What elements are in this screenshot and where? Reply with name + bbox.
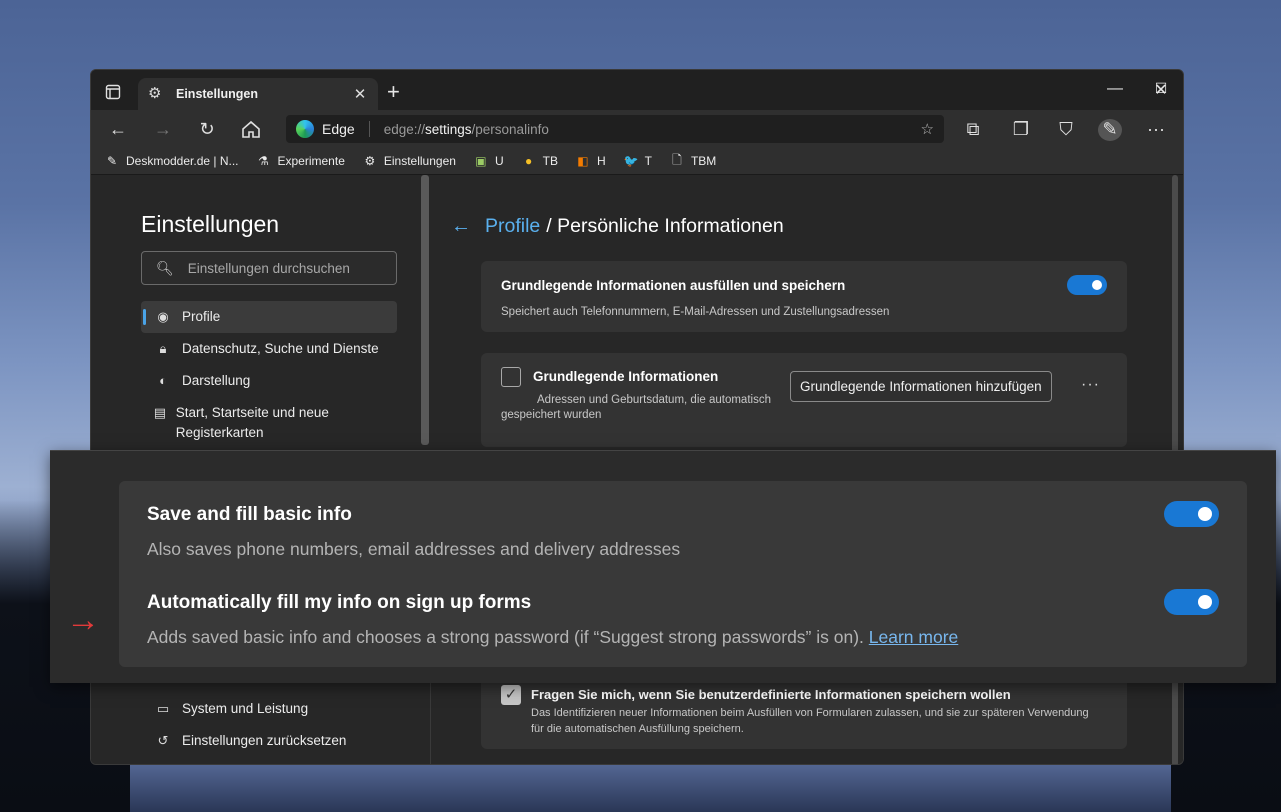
auto-fill-signup-title: Automatically fill my info on sign up fo…	[147, 592, 532, 613]
reset-icon: ↺	[157, 733, 169, 748]
sidebar-item-privacy[interactable]: 🔒︎ Datenschutz, Suche und Dienste	[141, 339, 397, 359]
collections-icon[interactable]: ❐	[1009, 119, 1033, 141]
sidebar-item-profile[interactable]: ◉ Profile	[141, 301, 397, 333]
gear-icon: ⚙	[148, 85, 162, 102]
tab-actions-icon[interactable]	[105, 84, 121, 100]
section-description: Adressen und Geburtsdatum, die automatis…	[501, 394, 771, 421]
section-title: Grundlegende Informationen	[533, 369, 719, 384]
breadcrumb-profile-link[interactable]: Profile	[485, 215, 540, 238]
close-tab-icon[interactable]: ✕	[352, 85, 368, 103]
home-icon[interactable]	[239, 118, 263, 140]
tab-title: Einstellungen	[176, 87, 258, 101]
pen-icon: ✎	[106, 154, 118, 168]
orange-app-icon: ◧	[577, 154, 589, 168]
address-separator	[368, 121, 370, 137]
tab-settings[interactable]: ⚙ Einstellungen ✕	[138, 78, 378, 110]
title-bar: ⚙ Einstellungen ✕ + — ☐ ✕	[91, 70, 1183, 110]
overlay-settings-card: Save and fill basic info Also saves phon…	[119, 481, 1247, 667]
auto-fill-signup-description: Adds saved basic info and chooses a stro…	[147, 627, 959, 647]
extensions-icon[interactable]: ⧉	[961, 119, 985, 141]
sidebar-title: Einstellungen	[141, 211, 280, 237]
sidebar-item-reset[interactable]: ↺ Einstellungen zurücksetzen	[141, 731, 397, 751]
bookmark-einstellungen[interactable]: ⚙ Einstellungen	[363, 154, 455, 168]
minimize-icon[interactable]: —	[1105, 80, 1125, 98]
learn-more-link[interactable]: Learn more	[869, 627, 959, 647]
palette-icon: ◐	[159, 373, 167, 388]
sidebar-item-system[interactable]: ▭ System und Leistung	[141, 699, 397, 719]
emoji-icon: ●	[524, 154, 533, 168]
settings-search-input[interactable]: 🔍︎ Einstellungen durchsuchen	[141, 251, 397, 285]
setting-title: Grundlegende Informationen ausfüllen und…	[501, 278, 846, 293]
basic-info-list-card: Grundlegende Informationen Adressen und …	[481, 353, 1127, 447]
add-favorite-icon[interactable]: ☆	[921, 120, 934, 138]
site-name: Edge	[322, 121, 355, 137]
setting-description: Das Identifizieren neuer Informationen b…	[531, 707, 1089, 735]
bookmark-deskmodder[interactable]: ✎ Deskmodder.de | N...	[105, 154, 239, 168]
breadcrumb: ← Profile / Persönliche Informationen	[451, 215, 784, 238]
red-arrow-icon: →	[66, 601, 100, 639]
document-icon: 🗋	[672, 152, 682, 167]
basic-info-toggle[interactable]	[1067, 275, 1107, 295]
bookmark-u[interactable]: ▣ U	[474, 154, 503, 168]
page-title: / Persönliche Informationen	[546, 215, 784, 237]
sidebar-item-appearance[interactable]: ◐ Darstellung	[141, 371, 397, 391]
bookmark-t[interactable]: 🐦 T	[624, 154, 652, 168]
app-icon: ▣	[475, 154, 487, 168]
twitter-icon: 🐦	[623, 154, 639, 168]
basic-info-setting-card: Grundlegende Informationen ausfüllen und…	[481, 261, 1127, 332]
bookmarks-bar: ✎ Deskmodder.de | N... ⚗ Experimente ⚙ Eins…	[91, 148, 1183, 175]
basic-info-checkbox[interactable]	[501, 367, 521, 387]
back-icon[interactable]: ←	[106, 119, 130, 141]
lock-icon: 🔒︎	[159, 341, 167, 356]
url-text: edge://settings/personalinfo	[383, 121, 549, 137]
address-bar[interactable]: Edge edge://settings/personalinfo ☆	[286, 115, 944, 143]
add-basic-info-button[interactable]: Grundlegende Informationen hinzufügen	[790, 371, 1052, 402]
ask-save-checkbox[interactable]: ✓	[501, 685, 521, 705]
back-arrow-icon[interactable]: ←	[451, 215, 471, 238]
edge-logo-icon	[296, 120, 314, 138]
laptop-icon: ▭	[156, 701, 170, 716]
search-icon: 🔍︎	[156, 259, 174, 276]
profile-avatar-icon[interactable]: ✎	[1098, 119, 1122, 141]
auto-fill-signup-toggle[interactable]	[1164, 589, 1219, 615]
bookmark-tb[interactable]: ● TB	[522, 154, 558, 168]
tabs-icon: ▤	[153, 405, 167, 420]
save-fill-description: Also saves phone numbers, email addresse…	[147, 539, 681, 559]
sidebar-item-start[interactable]: ▤ Start, Startseite und neue Registerkar…	[141, 403, 351, 443]
toolbar: ← → ↻ Edge edge://settings/personalinfo …	[91, 110, 1183, 148]
flask-icon: ⚗	[258, 154, 269, 168]
bookmark-h[interactable]: ◧ H	[576, 154, 605, 168]
browser-essentials-icon[interactable]: ⛉	[1054, 119, 1078, 141]
bookmark-experimente[interactable]: ⚗ Experimente	[257, 154, 345, 168]
gear-icon: ⚙	[364, 154, 376, 168]
search-placeholder: Einstellungen durchsuchen	[187, 260, 350, 276]
ask-save-custom-info-card: ✓ Fragen Sie mich, wenn Sie benutzerdefi…	[481, 673, 1127, 749]
sidebar-scrollbar[interactable]	[421, 175, 429, 445]
profile-icon: ◉	[157, 309, 169, 324]
setting-title: Fragen Sie mich, wenn Sie benutzerdefini…	[531, 687, 1011, 702]
refresh-icon[interactable]: ↻	[195, 119, 219, 141]
close-window-icon[interactable]: ✕	[1151, 80, 1171, 100]
more-options-icon[interactable]: ···	[1144, 119, 1168, 141]
more-actions-icon[interactable]: ···	[1081, 376, 1100, 394]
setting-description: Speichert auch Telefonnummern, E-Mail-Ad…	[501, 306, 890, 318]
save-fill-toggle[interactable]	[1164, 501, 1219, 527]
forward-icon[interactable]: →	[151, 119, 175, 141]
save-fill-title: Save and fill basic info	[147, 504, 352, 525]
bookmark-tbm[interactable]: 🗋 TBM	[670, 151, 716, 172]
new-tab-icon[interactable]: +	[387, 81, 400, 103]
zoom-overlay-panel: → Save and fill basic info Also saves ph…	[50, 450, 1276, 683]
